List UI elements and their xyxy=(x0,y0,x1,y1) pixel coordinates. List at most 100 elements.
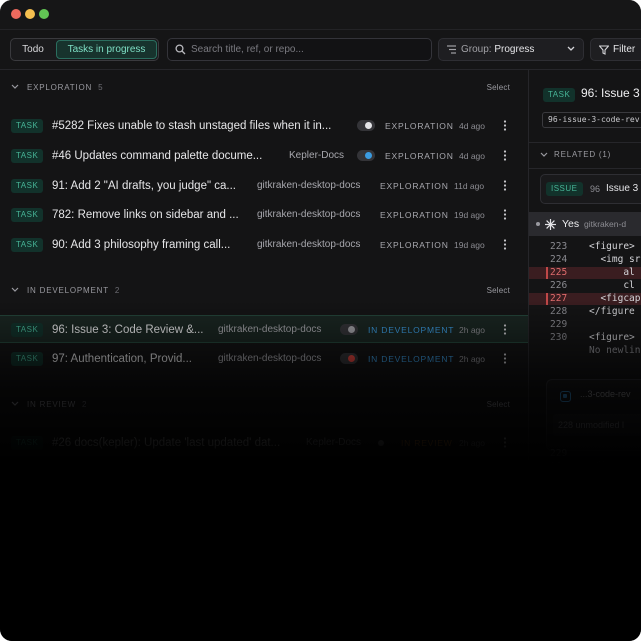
toggle-switch[interactable] xyxy=(340,353,358,364)
task-row[interactable]: TASK #46 Updates command palette docume.… xyxy=(0,142,528,170)
related-divider xyxy=(529,142,641,143)
task-row-selected[interactable]: TASK 96: Issue 3: Code Review &... gitkr… xyxy=(0,315,528,343)
related-item[interactable]: ISSUE 96 Issue 3 xyxy=(540,174,641,204)
toggle-switch[interactable] xyxy=(357,120,375,131)
task-row[interactable]: TASK #5282 Fixes unable to stash unstage… xyxy=(0,112,528,140)
app-window: Todo Tasks in progress Search title, ref… xyxy=(0,0,641,641)
code-line: 228 </figure xyxy=(529,306,641,318)
chevron-down-icon xyxy=(567,46,575,51)
line-text: </figure xyxy=(589,306,635,317)
task-title: Perform an audit of the xyxy=(52,467,169,479)
filter-button[interactable]: Filter xyxy=(590,38,641,61)
more-options-icon[interactable] xyxy=(503,209,507,220)
minimize-window-button[interactable] xyxy=(25,9,35,19)
chevron-down-icon xyxy=(11,84,19,89)
status-dot xyxy=(378,440,384,446)
status-label: EXPLORATION xyxy=(380,240,449,250)
code-line: 229 xyxy=(529,319,641,331)
code-line: 223 <figure> xyxy=(529,241,641,253)
toggle-switch[interactable] xyxy=(357,150,375,161)
code-line: 230 <figure> xyxy=(529,332,641,344)
code-diff: 223 <figure> 224 <img sr 225 al 226 cl 22… xyxy=(529,240,641,360)
status-label: IN DEVELOPMENT xyxy=(368,325,455,335)
select-button[interactable]: Select xyxy=(487,78,510,98)
select-button[interactable]: Select xyxy=(487,281,510,301)
task-row[interactable]: Perform an audit of the xyxy=(0,459,528,487)
section-name: IN DEVELOPMENT xyxy=(27,286,109,295)
group-by-value: Progress xyxy=(494,44,535,55)
toggle-knob xyxy=(365,152,372,159)
task-row[interactable]: TASK 782: Remove links on sidebar and ..… xyxy=(0,201,528,229)
section-header-in-development[interactable]: IN DEVELOPMENT 2 Select xyxy=(0,281,528,301)
chevron-down-icon xyxy=(11,287,19,292)
line-number: 227 xyxy=(550,293,568,304)
code-line: 230 <figure xyxy=(529,461,641,473)
repo-label: gitkraken-desktop-docs xyxy=(218,324,322,335)
section-count: 2 xyxy=(81,400,88,409)
search-icon xyxy=(175,44,186,55)
task-badge: TASK xyxy=(11,208,44,222)
related-header[interactable]: RELATED (1) xyxy=(529,144,641,166)
more-options-icon[interactable] xyxy=(503,437,507,448)
task-row[interactable]: TASK #26 docs(kepler): Update 'last upda… xyxy=(0,429,528,457)
more-options-icon[interactable] xyxy=(503,150,507,161)
task-badge: TASK xyxy=(11,179,44,193)
diff-marker xyxy=(546,267,548,279)
more-options-icon[interactable] xyxy=(503,239,507,250)
status-label: IN REVIEW xyxy=(401,438,453,448)
tab-todo[interactable]: Todo xyxy=(12,40,54,59)
repo-label: Kepler-Docs xyxy=(306,437,362,448)
section-name: IN REVIEW xyxy=(27,400,76,409)
checkbox-icon[interactable] xyxy=(560,391,571,402)
repo-label: gitkraken-desktop-docs xyxy=(257,239,361,250)
maximize-window-button[interactable] xyxy=(39,9,49,19)
more-options-icon[interactable] xyxy=(503,324,507,335)
group-by-dropdown[interactable]: Group: Progress xyxy=(438,38,584,61)
unmodified-bar[interactable]: 228 unmodified l xyxy=(553,414,641,436)
section-count: 2 xyxy=(114,286,121,295)
task-badge: TASK xyxy=(11,149,44,163)
chevron-down-icon xyxy=(540,152,548,157)
no-newline-note: No newlin xyxy=(529,345,641,357)
task-badge: TASK xyxy=(11,352,44,366)
line-text: No newlin xyxy=(589,345,641,356)
bullet-dot xyxy=(536,222,540,226)
line-text: <figcap xyxy=(589,293,641,304)
diff-card: ...3-code-rev 228 unmodified l xyxy=(546,379,641,451)
line-text: al xyxy=(589,267,635,278)
branch-chip[interactable]: 96-issue-3-code-rev xyxy=(542,112,641,128)
filter-label: Filter xyxy=(613,44,636,55)
section-header-in-review[interactable]: IN REVIEW 2 Select xyxy=(0,395,528,415)
line-number: 229 xyxy=(550,319,568,330)
task-row[interactable]: TASK 90: Add 3 philosophy framing call..… xyxy=(0,231,528,259)
yes-row[interactable]: Yes gitkraken-d xyxy=(529,212,641,236)
more-options-icon[interactable] xyxy=(503,180,507,191)
code-line-deleted: 227 <figcap xyxy=(529,293,641,305)
close-window-button[interactable] xyxy=(11,9,21,19)
line-text: <figure> xyxy=(589,332,635,343)
status-label: EXPLORATION xyxy=(380,210,449,220)
checkbox-fill xyxy=(563,394,567,398)
task-row[interactable]: TASK 91: Add 2 "AI drafts, you judge" ca… xyxy=(0,172,528,200)
task-title: #5282 Fixes unable to stash unstaged fil… xyxy=(52,120,332,132)
status-label: EXPLORATION xyxy=(380,181,449,191)
search-placeholder: Search title, ref, or repo... xyxy=(191,44,304,55)
list-icon xyxy=(447,45,456,54)
select-button[interactable]: Select xyxy=(487,395,510,415)
toggle-switch[interactable] xyxy=(340,324,358,335)
repo-label: gitkraken-desktop-docs xyxy=(257,180,361,191)
task-badge: TASK xyxy=(11,238,44,252)
age-label: 2h ago xyxy=(459,438,485,448)
age-label: 11d ago xyxy=(454,181,485,191)
section-header-exploration[interactable]: EXPLORATION 5 Select xyxy=(0,78,528,98)
more-options-icon[interactable] xyxy=(503,353,507,364)
task-row[interactable]: TASK 97: Authentication, Provid... gitkr… xyxy=(0,345,528,373)
tab-tasks-in-progress[interactable]: Tasks in progress xyxy=(56,40,157,59)
line-text: <figure> xyxy=(589,241,635,252)
sparkle-icon xyxy=(545,219,556,230)
more-options-icon[interactable] xyxy=(503,120,507,131)
toggle-knob xyxy=(348,326,355,333)
yes-label: Yes xyxy=(562,218,580,230)
search-input[interactable]: Search title, ref, or repo... xyxy=(167,38,432,61)
line-number: 223 xyxy=(550,241,568,252)
